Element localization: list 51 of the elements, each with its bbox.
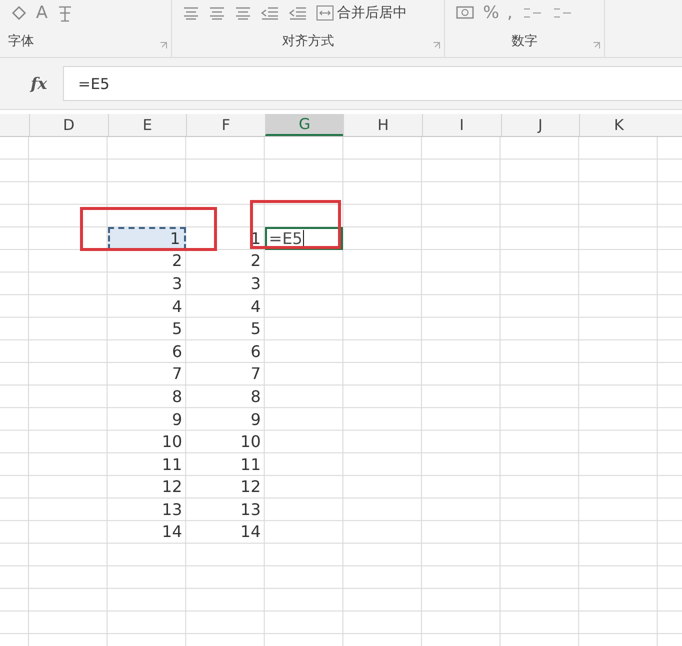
cell-value: 7	[172, 364, 182, 384]
cell-value: 9	[250, 410, 261, 429]
align-icon[interactable]	[208, 6, 226, 20]
formula-input[interactable]: =E5	[63, 66, 682, 101]
merge-center-button[interactable]: 合并后居中	[316, 4, 407, 22]
cell-value: 14	[240, 522, 261, 542]
column-header[interactable]: I	[422, 114, 501, 136]
indent-icon[interactable]	[260, 6, 280, 20]
copied-cell[interactable]: 1	[108, 226, 186, 250]
dialog-launcher-icon[interactable]	[160, 42, 167, 49]
cell-value: 2	[172, 251, 182, 270]
column-header[interactable]: J	[500, 114, 580, 136]
cell-value: 11	[240, 454, 261, 474]
group-label: 字体	[8, 33, 34, 50]
merge-cells-icon	[316, 5, 334, 21]
cell-value: 6	[250, 342, 261, 361]
cell-value: 13	[240, 500, 261, 519]
cell-value: 8	[250, 386, 261, 406]
cell-value: 14	[162, 522, 182, 542]
cell-value: 10	[240, 432, 261, 452]
align-icon[interactable]	[182, 6, 200, 20]
group-label: 对齐方式	[282, 33, 334, 50]
editing-cell[interactable]: =E5	[264, 226, 344, 250]
column-header[interactable]: D	[29, 114, 108, 136]
cell-value: 13	[162, 500, 182, 519]
cell-value: 8	[172, 386, 182, 406]
cell-value: 6	[172, 342, 182, 361]
column-header[interactable]: E	[108, 114, 186, 136]
column-header[interactable]: G	[264, 114, 344, 136]
cell-value: 7	[250, 364, 261, 384]
fill-color-icon[interactable]	[10, 4, 28, 22]
column-header[interactable]: K	[579, 114, 658, 136]
dialog-launcher-icon[interactable]	[433, 42, 440, 49]
cell-value: 4	[250, 296, 261, 316]
cell-value: 5	[172, 319, 182, 338]
align-icon[interactable]	[234, 6, 252, 20]
cell-value: 2	[250, 251, 261, 270]
cell-value: 3	[250, 274, 261, 293]
indent-icon[interactable]	[288, 6, 308, 20]
group-label: 数字	[512, 33, 538, 50]
cell-value: 3	[172, 274, 182, 293]
cell-value: 4	[172, 296, 182, 316]
cell-value: 9	[172, 410, 182, 429]
cell-value: 11	[162, 454, 182, 474]
column-header[interactable]: H	[343, 114, 422, 136]
insert-function-label[interactable]: fx	[30, 74, 47, 93]
cell-value: 5	[250, 319, 261, 338]
cell-value: 12	[162, 477, 182, 496]
cell-value: 12	[240, 477, 261, 496]
dialog-launcher-icon[interactable]	[593, 42, 600, 49]
cell-value: 10	[162, 432, 182, 452]
